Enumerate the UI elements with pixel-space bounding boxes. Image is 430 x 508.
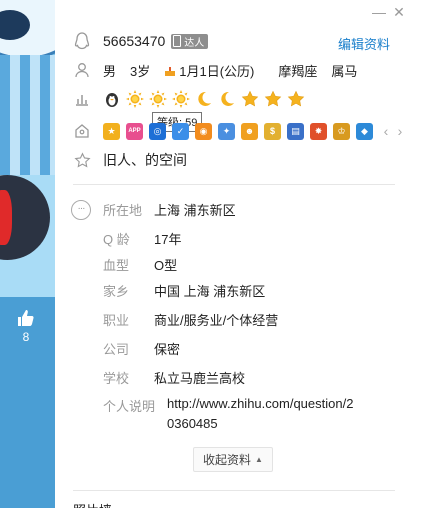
school-label: 学校 — [103, 371, 130, 386]
qq-number: 56653470 — [103, 33, 166, 49]
vip-icon-list: ★ APP ◎ ✓ ◉ ✦ ☻ $ ▤ ✸ ♔ ◆ — [103, 122, 379, 140]
company-label: 公司 — [103, 342, 130, 357]
collapse-profile-button[interactable]: 收起资料 ▲ — [193, 447, 273, 472]
company-value: 保密 — [154, 342, 181, 357]
like-count: 8 — [22, 330, 30, 344]
chinese-zodiac: 属马 — [331, 63, 358, 79]
more-icon: ··· — [71, 200, 91, 220]
gender: 男 — [103, 63, 117, 79]
zodiac: 摩羯座 — [278, 63, 318, 79]
sun-icon — [172, 90, 190, 108]
vip-check-icon[interactable]: ✓ — [172, 122, 189, 140]
hometown-value: 中国 上海 浦东新区 — [154, 284, 266, 299]
vip-diamond-icon[interactable]: ◆ — [356, 122, 373, 140]
crown-house-icon — [71, 120, 93, 142]
occupation-value: 商业/服务业/个体经营 — [154, 313, 279, 328]
moon-icon — [195, 90, 213, 108]
caret-up-icon: ▲ — [255, 455, 263, 464]
location-label: 所在地 — [103, 203, 143, 218]
basic-info-row: 男 3岁 1月1日(公历) 摩羯座 属马 — [71, 59, 371, 81]
star-icon — [241, 90, 259, 108]
like-button[interactable]: 8 — [10, 308, 42, 344]
bio-value-line1: http://www.zhihu.com/question/2 — [167, 396, 354, 411]
qage-label: Q 龄 — [103, 232, 130, 247]
profile-card: — ✕ 56653470 达人 编辑资料 男 3岁 1月1日(公历) 摩羯座 属… — [55, 0, 430, 508]
location-value: 上海 浦东新区 — [154, 203, 236, 218]
age: 3岁 — [130, 63, 151, 79]
hometown-label: 家乡 — [103, 284, 130, 299]
collapse-profile-label: 收起资料 — [203, 453, 252, 467]
bio-label: 个人说明 — [103, 399, 156, 414]
edit-profile-link[interactable]: 编辑资料 — [338, 34, 390, 53]
cover-art-red-beak — [0, 190, 12, 245]
bio-value-line2: 0360485 — [167, 416, 218, 431]
daren-badge-label: 达人 — [184, 37, 205, 49]
profile-cover-strip: 8 — [0, 0, 55, 508]
vip-shield-icon[interactable]: ◎ — [149, 122, 166, 140]
vip-king-icon[interactable]: ♔ — [333, 122, 350, 140]
vip-star-icon[interactable]: ★ — [103, 122, 120, 140]
star-icon — [287, 90, 305, 108]
qzone-row[interactable]: 旧人、的空间 — [71, 149, 187, 171]
cake-icon — [165, 66, 176, 76]
school-value: 私立马鹿兰高校 — [154, 371, 246, 386]
sun-icon — [149, 90, 167, 108]
birthday-text: 1月1日(公历) — [179, 63, 255, 79]
vip-character-icon[interactable]: ☻ — [241, 122, 258, 140]
app-icon[interactable]: APP — [126, 122, 143, 140]
qage-value: 17年 — [154, 232, 182, 247]
vip-fire-icon[interactable]: ✸ — [310, 122, 327, 140]
photo-wall-heading: 照片墙 — [73, 500, 112, 508]
birthday: 1月1日(公历) — [164, 61, 268, 80]
vip-badges-row: ★ APP ◎ ✓ ◉ ✦ ☻ $ ▤ ✸ ♔ ◆ ‹ › — [71, 120, 407, 142]
chevron-left-icon[interactable]: ‹ — [379, 123, 393, 139]
chevron-right-icon[interactable]: › — [393, 123, 407, 139]
vip-orange-icon[interactable]: ◉ — [195, 122, 212, 140]
phone-icon — [173, 35, 182, 47]
close-button[interactable]: ✕ — [391, 4, 407, 20]
blood-type-label: 血型 — [103, 258, 130, 273]
level-icons[interactable] — [103, 90, 310, 108]
penguin-outline-icon — [71, 30, 93, 52]
person-icon — [71, 59, 93, 81]
qq-number-row: 56653470 达人 — [71, 30, 209, 52]
minimize-button[interactable]: — — [371, 4, 387, 20]
vip-phone-icon[interactable]: ▤ — [287, 122, 304, 140]
blood-type-value: O型 — [154, 258, 178, 273]
divider — [73, 490, 395, 491]
vip-butterfly-icon[interactable]: ✦ — [218, 122, 235, 140]
star-icon — [264, 90, 282, 108]
moon-icon — [218, 90, 236, 108]
penguin-icon — [103, 90, 121, 108]
thumbs-up-icon — [18, 310, 34, 326]
level-chart-icon — [71, 88, 93, 110]
divider — [73, 184, 395, 185]
cover-art-stripes — [0, 55, 55, 175]
vip-coin-icon[interactable]: $ — [264, 122, 281, 140]
star-outline-icon — [71, 149, 93, 171]
qzone-link[interactable]: 旧人、的空间 — [103, 150, 187, 170]
occupation-label: 职业 — [103, 313, 130, 328]
level-row — [71, 88, 310, 110]
sun-icon — [126, 90, 144, 108]
daren-badge[interactable]: 达人 — [171, 33, 209, 49]
